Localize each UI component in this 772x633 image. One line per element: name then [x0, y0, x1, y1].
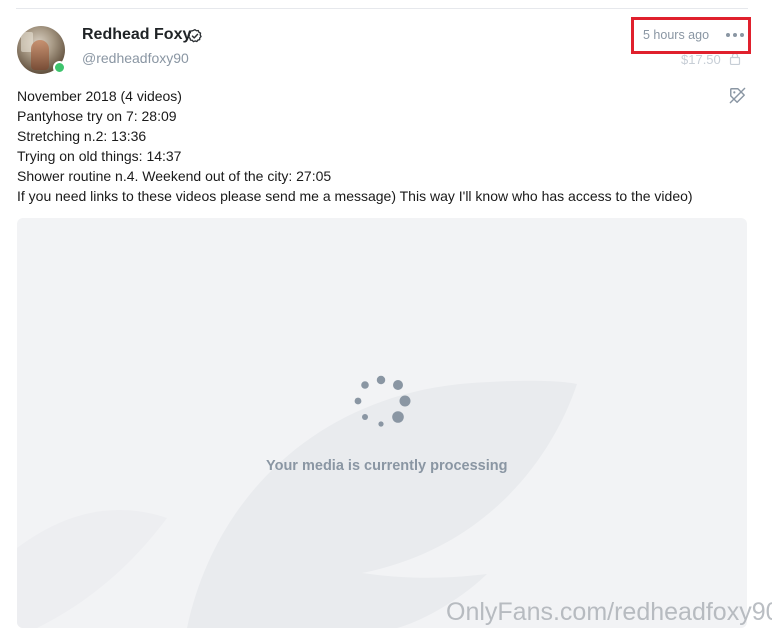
post-text-line: November 2018 (4 videos) — [17, 88, 182, 104]
verified-check-icon — [188, 29, 202, 43]
post-text-line: Pantyhose try on 7: 28:09 — [17, 108, 177, 124]
loading-spinner-icon — [354, 375, 411, 427]
post-price: $17.50 — [681, 52, 721, 67]
watermark-text: OnlyFans.com/redheadfoxy90 — [446, 598, 772, 626]
tag-off-icon[interactable] — [728, 86, 747, 105]
top-divider — [16, 8, 748, 9]
post-text-line: Trying on old things: 14:37 — [17, 148, 182, 164]
post-text-line: If you need links to these videos please… — [17, 188, 693, 204]
avatar-figure — [31, 40, 49, 70]
post-timestamp[interactable]: 5 hours ago — [643, 28, 709, 42]
lock-icon — [729, 53, 741, 65]
more-dots-icon[interactable] — [725, 27, 745, 43]
author-handle[interactable]: @redheadfoxy90 — [82, 50, 189, 66]
post-text-line: Shower routine n.4. Weekend out of the c… — [17, 168, 332, 184]
media-status-text: Your media is currently processing — [266, 458, 508, 474]
online-status-dot — [53, 61, 66, 74]
author-name[interactable]: Redhead Foxy — [82, 26, 191, 44]
post-text: November 2018 (4 videos) Pantyhose try o… — [17, 86, 693, 206]
post-text-line: Stretching n.2: 13:36 — [17, 128, 147, 144]
